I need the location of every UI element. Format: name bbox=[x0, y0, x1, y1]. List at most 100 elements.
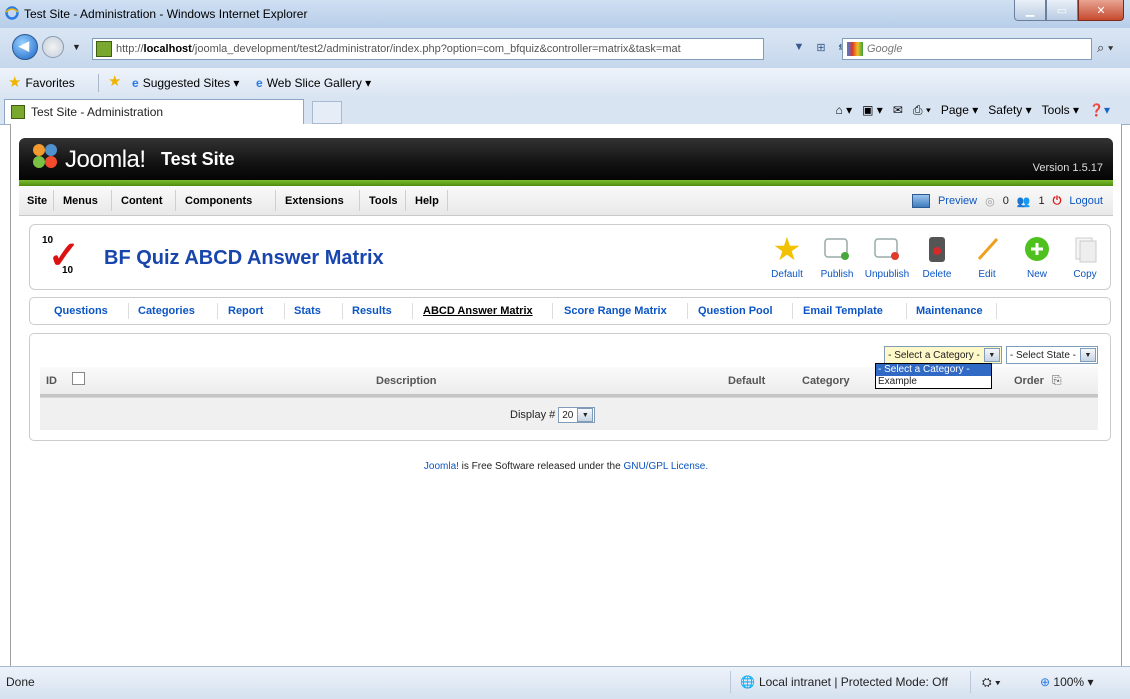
subnav-maintenance[interactable]: Maintenance bbox=[916, 305, 983, 317]
col-id[interactable]: ID bbox=[46, 375, 57, 387]
copy-button[interactable]: Copy bbox=[1062, 233, 1108, 280]
display-limit-select[interactable]: 20 ▼ bbox=[558, 407, 596, 423]
add-favorite-button[interactable]: ★ bbox=[108, 74, 121, 89]
default-button[interactable]: ★ Default bbox=[764, 231, 810, 280]
feeds-icon[interactable]: ▣ ▾ bbox=[862, 103, 883, 118]
subnav-abcd-answer-matrix[interactable]: ABCD Answer Matrix bbox=[423, 305, 533, 317]
menu-tools[interactable]: Tools bbox=[369, 195, 398, 207]
category-option[interactable]: - Select a Category - bbox=[876, 364, 991, 376]
search-input[interactable]: Google bbox=[842, 38, 1092, 60]
display-limit: Display # 20 ▼ bbox=[510, 407, 596, 423]
zoom-control[interactable]: ⊕ 100% ▾ bbox=[1040, 675, 1093, 689]
url-prefix: http:// bbox=[116, 43, 144, 55]
col-description[interactable]: Description bbox=[376, 375, 437, 387]
joomla-brand: Joomla! bbox=[65, 146, 146, 173]
subnav-divider bbox=[412, 303, 413, 319]
command-bar: ⌂ ▾ ▣ ▾ ✉ ⎙ ▾ Page ▾ Safety ▾ Tools ▾ ❓▾ bbox=[836, 103, 1110, 118]
menu-extensions[interactable]: Extensions bbox=[285, 195, 344, 207]
security-zone[interactable]: 🌐 Local intranet | Protected Mode: Off bbox=[740, 675, 948, 689]
users-icon: 👥 bbox=[1016, 195, 1031, 208]
select-all-checkbox[interactable] bbox=[72, 372, 85, 385]
messages-count[interactable]: 0 bbox=[1003, 195, 1009, 207]
subnav-score-range-matrix[interactable]: Score Range Matrix bbox=[564, 305, 667, 317]
category-filter-select[interactable]: - Select a Category - ▼ bbox=[884, 346, 1002, 364]
suggested-sites-link[interactable]: e Suggested Sites ▾ bbox=[132, 76, 239, 90]
logo-number-bottom: 10 bbox=[62, 265, 74, 276]
ie-icon: e bbox=[132, 76, 139, 90]
delete-button[interactable]: Delete bbox=[914, 233, 960, 280]
menu-divider bbox=[359, 190, 360, 211]
favorites-button[interactable]: ★ Favorites bbox=[8, 75, 75, 90]
unpublish-button[interactable]: Unpublish bbox=[864, 233, 910, 280]
new-tab-button[interactable] bbox=[312, 101, 342, 124]
web-slice-gallery-link[interactable]: e Web Slice Gallery ▾ bbox=[256, 76, 371, 90]
col-category[interactable]: Category bbox=[802, 375, 850, 387]
history-dropdown-icon[interactable]: ▼ bbox=[72, 42, 81, 52]
tab-test-site[interactable]: Test Site - Administration bbox=[4, 99, 304, 124]
zone-label: Local intranet | Protected Mode: Off bbox=[758, 675, 948, 689]
subnav-questions[interactable]: Questions bbox=[54, 305, 108, 317]
component-subnav: Questions Categories Report Stats Result… bbox=[29, 297, 1111, 325]
chevron-down-icon[interactable]: ▼ bbox=[983, 348, 1000, 362]
logout-link[interactable]: Logout bbox=[1069, 195, 1103, 207]
compatibility-view-icon[interactable]: ⊞ bbox=[812, 38, 830, 56]
save-order-icon[interactable]: ⎘ bbox=[1052, 373, 1062, 388]
web-slice-gallery-label: Web Slice Gallery ▾ bbox=[266, 76, 372, 90]
menu-help[interactable]: Help bbox=[415, 195, 439, 207]
menu-content[interactable]: Content bbox=[121, 195, 163, 207]
menu-site[interactable]: Site bbox=[27, 195, 47, 207]
subnav-results[interactable]: Results bbox=[352, 305, 392, 317]
category-option[interactable]: Example bbox=[876, 376, 991, 388]
minimize-button[interactable]: ▁ bbox=[1014, 0, 1046, 21]
menu-divider bbox=[447, 190, 448, 211]
back-button[interactable]: ◀ bbox=[12, 34, 38, 60]
maximize-button[interactable]: ▭ bbox=[1046, 0, 1078, 21]
subnav-divider bbox=[284, 303, 285, 319]
list-filters: - Select a Category - ▼ - Select State -… bbox=[884, 346, 1098, 364]
subnav-stats[interactable]: Stats bbox=[294, 305, 321, 317]
admin-status: Preview ◎ 0 👥 1 ⏻ Logout bbox=[911, 194, 1103, 208]
subnav-report[interactable]: Report bbox=[228, 305, 263, 317]
subnav-categories[interactable]: Categories bbox=[138, 305, 195, 317]
new-button[interactable]: New bbox=[1014, 233, 1060, 280]
globe-icon: 🌐 bbox=[740, 675, 755, 689]
joomla-logo-icon bbox=[33, 144, 59, 170]
subnav-divider bbox=[687, 303, 688, 319]
edit-button[interactable]: Edit bbox=[964, 233, 1010, 280]
gpl-license-link[interactable]: GNU/GPL License. bbox=[623, 461, 708, 472]
url-input[interactable]: http://localhost/joomla_development/test… bbox=[92, 38, 764, 60]
joomla-link[interactable]: Joomla! bbox=[424, 461, 459, 472]
subnav-question-pool[interactable]: Question Pool bbox=[698, 305, 773, 317]
subnav-email-template[interactable]: Email Template bbox=[803, 305, 883, 317]
page-menu[interactable]: Page ▾ bbox=[941, 103, 978, 118]
menu-menus[interactable]: Menus bbox=[63, 195, 98, 207]
component-toolbar: 10 ✓ 10 BF Quiz ABCD Answer Matrix ★ Def… bbox=[29, 224, 1111, 290]
chevron-down-icon[interactable]: ▼ bbox=[1080, 348, 1096, 362]
copy-label: Copy bbox=[1073, 269, 1097, 280]
search-icon[interactable]: ⌕ ▾ bbox=[1097, 40, 1113, 56]
users-count[interactable]: 1 bbox=[1039, 195, 1045, 207]
print-icon[interactable]: ⎙ ▾ bbox=[913, 103, 931, 118]
mail-icon[interactable]: ✉ bbox=[893, 103, 903, 118]
help-icon[interactable]: ❓▾ bbox=[1089, 103, 1110, 118]
col-order[interactable]: Order bbox=[1014, 375, 1044, 387]
home-icon[interactable]: ⌂ ▾ bbox=[836, 103, 853, 118]
safety-menu[interactable]: Safety ▾ bbox=[988, 103, 1031, 118]
unpublish-label: Unpublish bbox=[864, 269, 910, 280]
status-bar: Done 🌐 Local intranet | Protected Mode: … bbox=[0, 666, 1130, 699]
tools-menu[interactable]: Tools ▾ bbox=[1042, 103, 1079, 118]
chevron-down-icon: ▾ bbox=[1087, 675, 1094, 689]
state-filter-select[interactable]: - Select State - ▼ bbox=[1005, 346, 1098, 364]
menu-components[interactable]: Components bbox=[185, 195, 252, 207]
address-dropdown-icon[interactable]: ▼ bbox=[790, 38, 808, 56]
protected-mode-icon[interactable]: ⛭ ▾ bbox=[982, 675, 1001, 690]
col-default[interactable]: Default bbox=[728, 375, 765, 387]
search-placeholder: Google bbox=[867, 43, 903, 55]
forward-button[interactable] bbox=[42, 36, 64, 58]
close-window-button[interactable]: ✕ bbox=[1078, 0, 1124, 21]
messages-icon: ◎ bbox=[985, 195, 995, 208]
publish-button[interactable]: Publish bbox=[814, 233, 860, 280]
chevron-down-icon[interactable]: ▼ bbox=[577, 408, 594, 422]
preview-link[interactable]: Preview bbox=[938, 195, 977, 207]
menu-divider bbox=[405, 190, 406, 211]
